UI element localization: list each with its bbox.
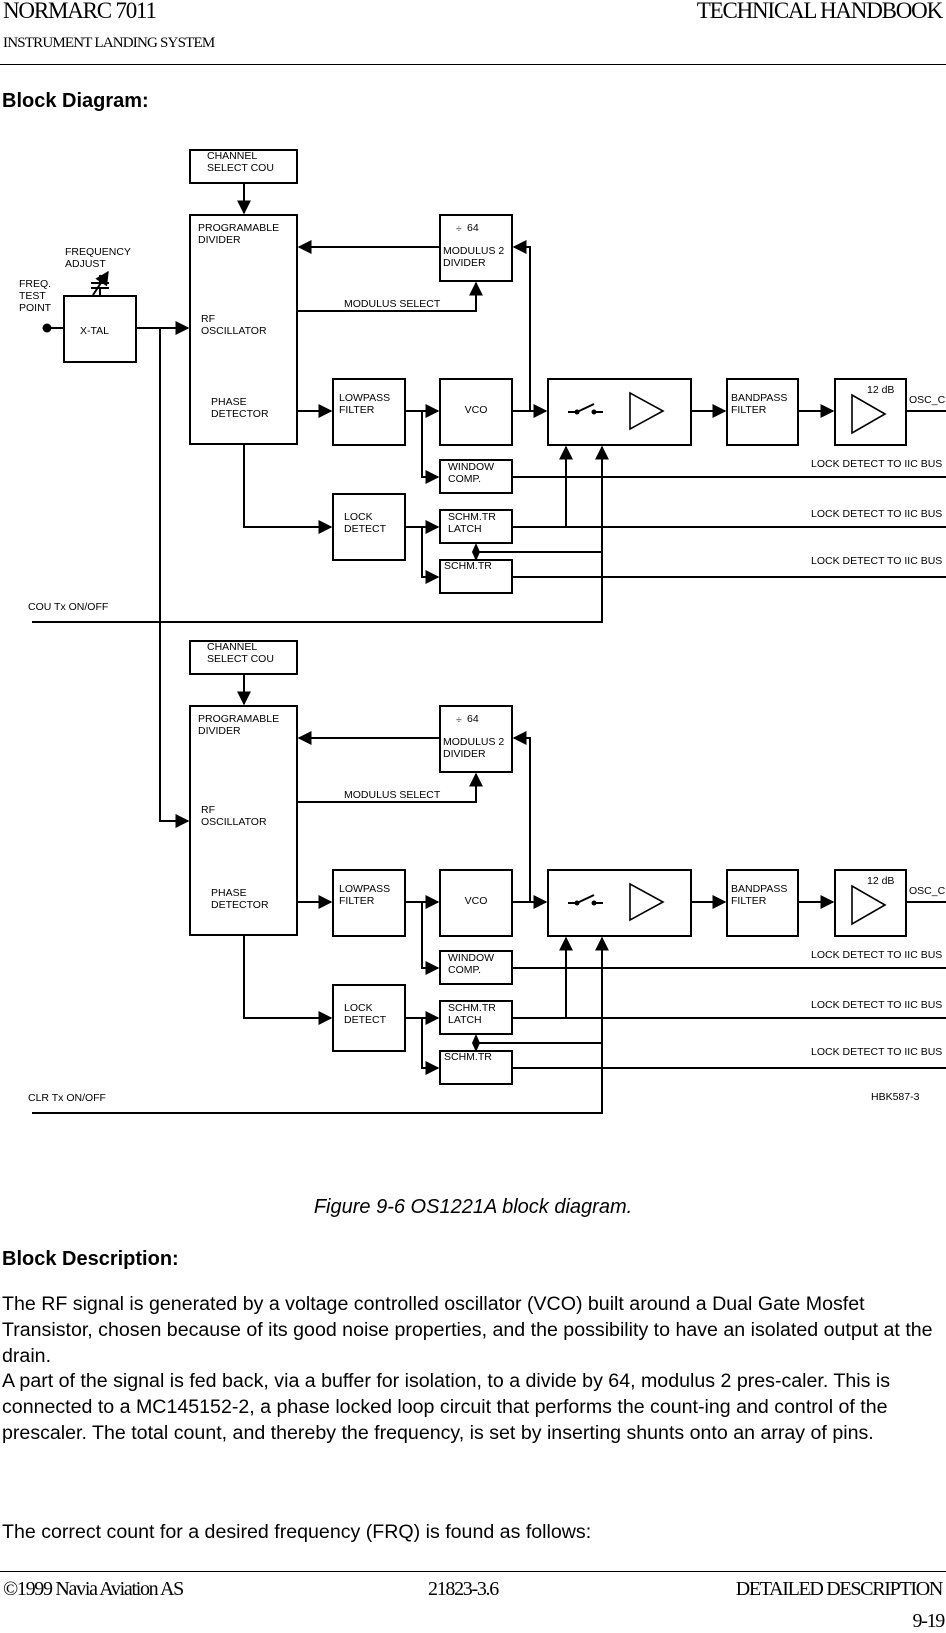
paragraph: The RF signal is generated by a voltage …	[2, 1293, 933, 1367]
phase-to-lock-wire	[243, 935, 333, 1025]
tx-onoff-label: CLR Tx ON/OFF	[28, 1092, 106, 1104]
bidirectional-arrow-icon	[472, 1034, 480, 1052]
iic-bus-label: LOCK DETECT TO IIC BUS	[811, 999, 942, 1011]
switch-contact	[591, 409, 597, 415]
schmitt-trigger-label: SCHM.TR	[444, 1051, 492, 1063]
switch-contact	[591, 900, 597, 906]
bidirectional-arrow-icon	[472, 543, 480, 561]
test-point-label: FREQ. TEST POINT	[19, 278, 52, 314]
footer-page-number: 9-19	[912, 1610, 946, 1632]
tx-onoff-wire	[32, 445, 609, 623]
iic-bus-label: LOCK DETECT TO IIC BUS	[811, 1046, 942, 1058]
channel-2: CHANNEL SELECT COUPROGRAMABLE DIVIDERRF OSC…	[28, 640, 946, 1114]
header-doc-type: TECHNICAL HANDBOOK	[696, 0, 943, 23]
footer-copyright: ©1999 Navia Aviation AS	[3, 1578, 184, 1600]
tx-onoff-wire	[32, 936, 609, 1114]
schmitt-trigger-label: SCHM.TR	[444, 560, 492, 572]
xtal-section: X-TAL FREQUENCY ADJUST FREQ. TEST POINT	[19, 246, 190, 828]
figure-caption: Figure 9-6 OS1221A block diagram.	[313, 1196, 633, 1218]
xtal-label: X-TAL	[80, 325, 109, 337]
lock-to-schmitt-wire	[421, 1018, 440, 1075]
vco-label: VCO	[465, 895, 488, 907]
iic-bus-label: LOCK DETECT TO IIC BUS	[811, 949, 942, 961]
divide-icon: ÷	[456, 714, 462, 726]
lock-to-schmitt-wire	[421, 527, 440, 584]
output-label: OSC_C	[909, 885, 946, 897]
section-heading-block-description: Block Description:	[2, 1248, 179, 1270]
phase-to-lock-wire	[243, 444, 333, 534]
tx-onoff-label: COU Tx ON/OFF	[28, 601, 108, 613]
footer-divider	[0, 1571, 946, 1572]
footer-section: DETAILED DESCRIPTION	[735, 1578, 944, 1600]
frequency-adjust-label: FREQUENCY ADJUST	[65, 246, 131, 270]
divider-ratio-label: 64	[467, 713, 479, 725]
iic-bus-label: LOCK DETECT TO IIC BUS	[811, 508, 942, 520]
header-divider	[0, 64, 946, 65]
lowpass-to-window-wire	[421, 411, 440, 484]
lowpass-to-window-wire	[421, 902, 440, 975]
channel-1: CHANNEL SELECT COUPROGRAMABLE DIVIDERRF OSC…	[28, 149, 946, 623]
block-diagram: X-TALFREQUENCY ADJUSTFREQ. TEST POINTCHANNE…	[19, 149, 946, 1114]
paragraph: A part of the signal is fed back, via a …	[2, 1370, 891, 1444]
section-heading-block-diagram: Block Diagram:	[2, 90, 149, 112]
variable-capacitor-icon	[91, 270, 109, 296]
switch-contact	[574, 409, 580, 415]
switch-contact	[574, 900, 580, 906]
divider-ratio-label: 64	[467, 222, 479, 234]
iic-bus-label: LOCK DETECT TO IIC BUS	[811, 555, 942, 567]
iic-bus-label: LOCK DETECT TO IIC BUS	[811, 458, 942, 470]
footer-doc-number: 21823-3.6	[428, 1578, 499, 1600]
modulus-select-label: MODULUS SELECT	[344, 298, 441, 310]
vco-feedback-wire	[512, 731, 531, 902]
amplifier-gain-label: 12 dB	[867, 875, 894, 887]
amplifier-gain-label: 12 dB	[867, 384, 894, 396]
header-subtitle: INSTRUMENT LANDING SYSTEM	[3, 35, 215, 51]
header-product: NORMARC 7011	[3, 0, 157, 23]
divide-icon: ÷	[456, 223, 462, 235]
vco-label: VCO	[465, 404, 488, 416]
drawing-id-label: HBK587-3	[871, 1091, 920, 1103]
paragraph: The correct count for a desired frequenc…	[2, 1521, 592, 1543]
output-label: OSC_C	[909, 394, 946, 406]
vco-feedback-wire	[512, 240, 531, 411]
modulus-select-label: MODULUS SELECT	[344, 789, 441, 801]
xtal-to-osc2-wire	[159, 328, 190, 828]
